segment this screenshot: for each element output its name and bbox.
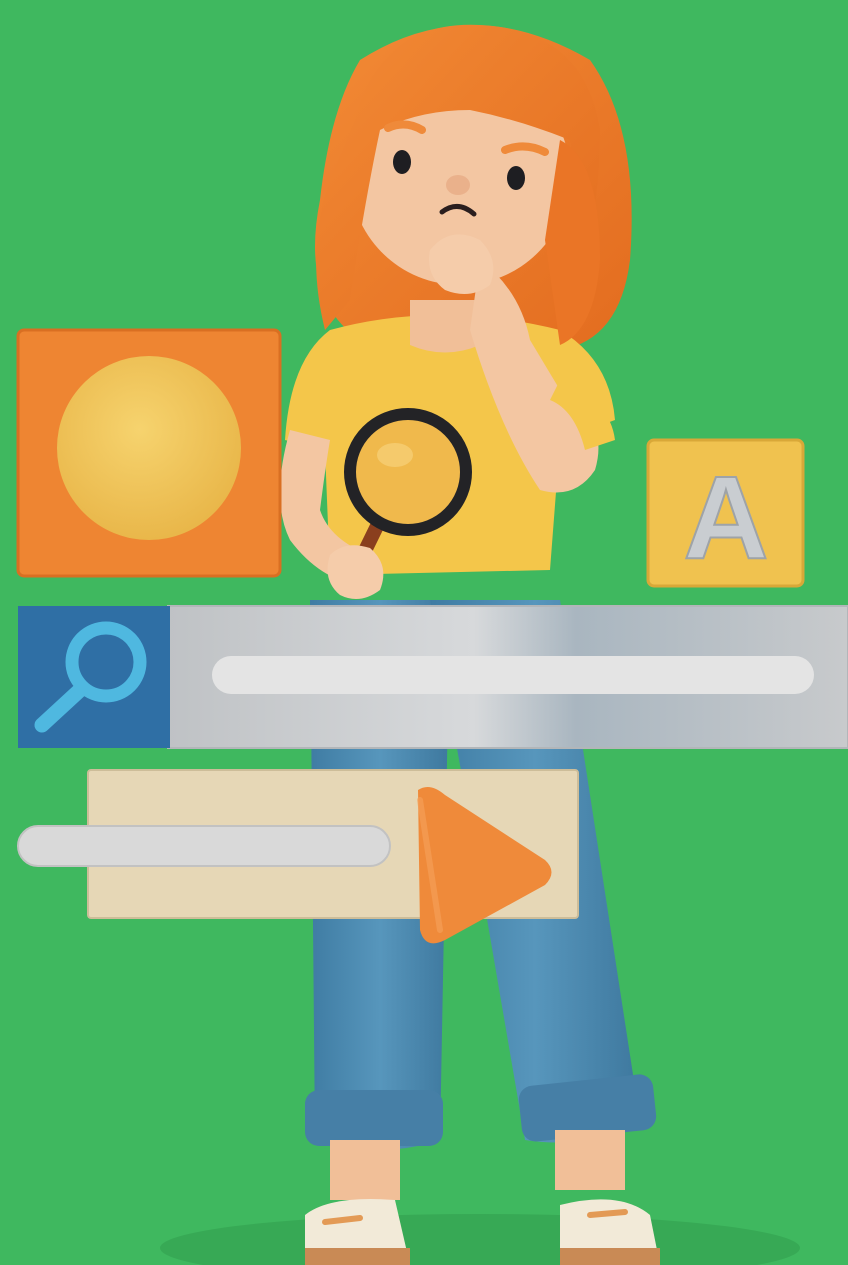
illustration-scene: A xyxy=(0,0,848,1265)
left-hand xyxy=(327,545,384,599)
progress-slider[interactable] xyxy=(17,825,391,867)
search-button[interactable] xyxy=(18,606,170,748)
illustration-canvas: A xyxy=(0,0,848,1265)
right-shoe-sole xyxy=(560,1248,660,1265)
jeans-left-cuff xyxy=(305,1090,443,1146)
left-shoe-sole xyxy=(305,1248,410,1265)
shape-tile xyxy=(16,328,282,578)
search-input-track xyxy=(212,656,814,694)
right-ankle xyxy=(555,1130,625,1190)
right-eye xyxy=(507,166,525,190)
left-eye xyxy=(393,150,411,174)
letter-tile-text: A xyxy=(683,452,768,584)
left-ankle xyxy=(330,1140,400,1200)
search-bar[interactable] xyxy=(167,605,848,749)
letter-tile: A xyxy=(646,438,805,588)
yellow-circle xyxy=(57,356,241,540)
